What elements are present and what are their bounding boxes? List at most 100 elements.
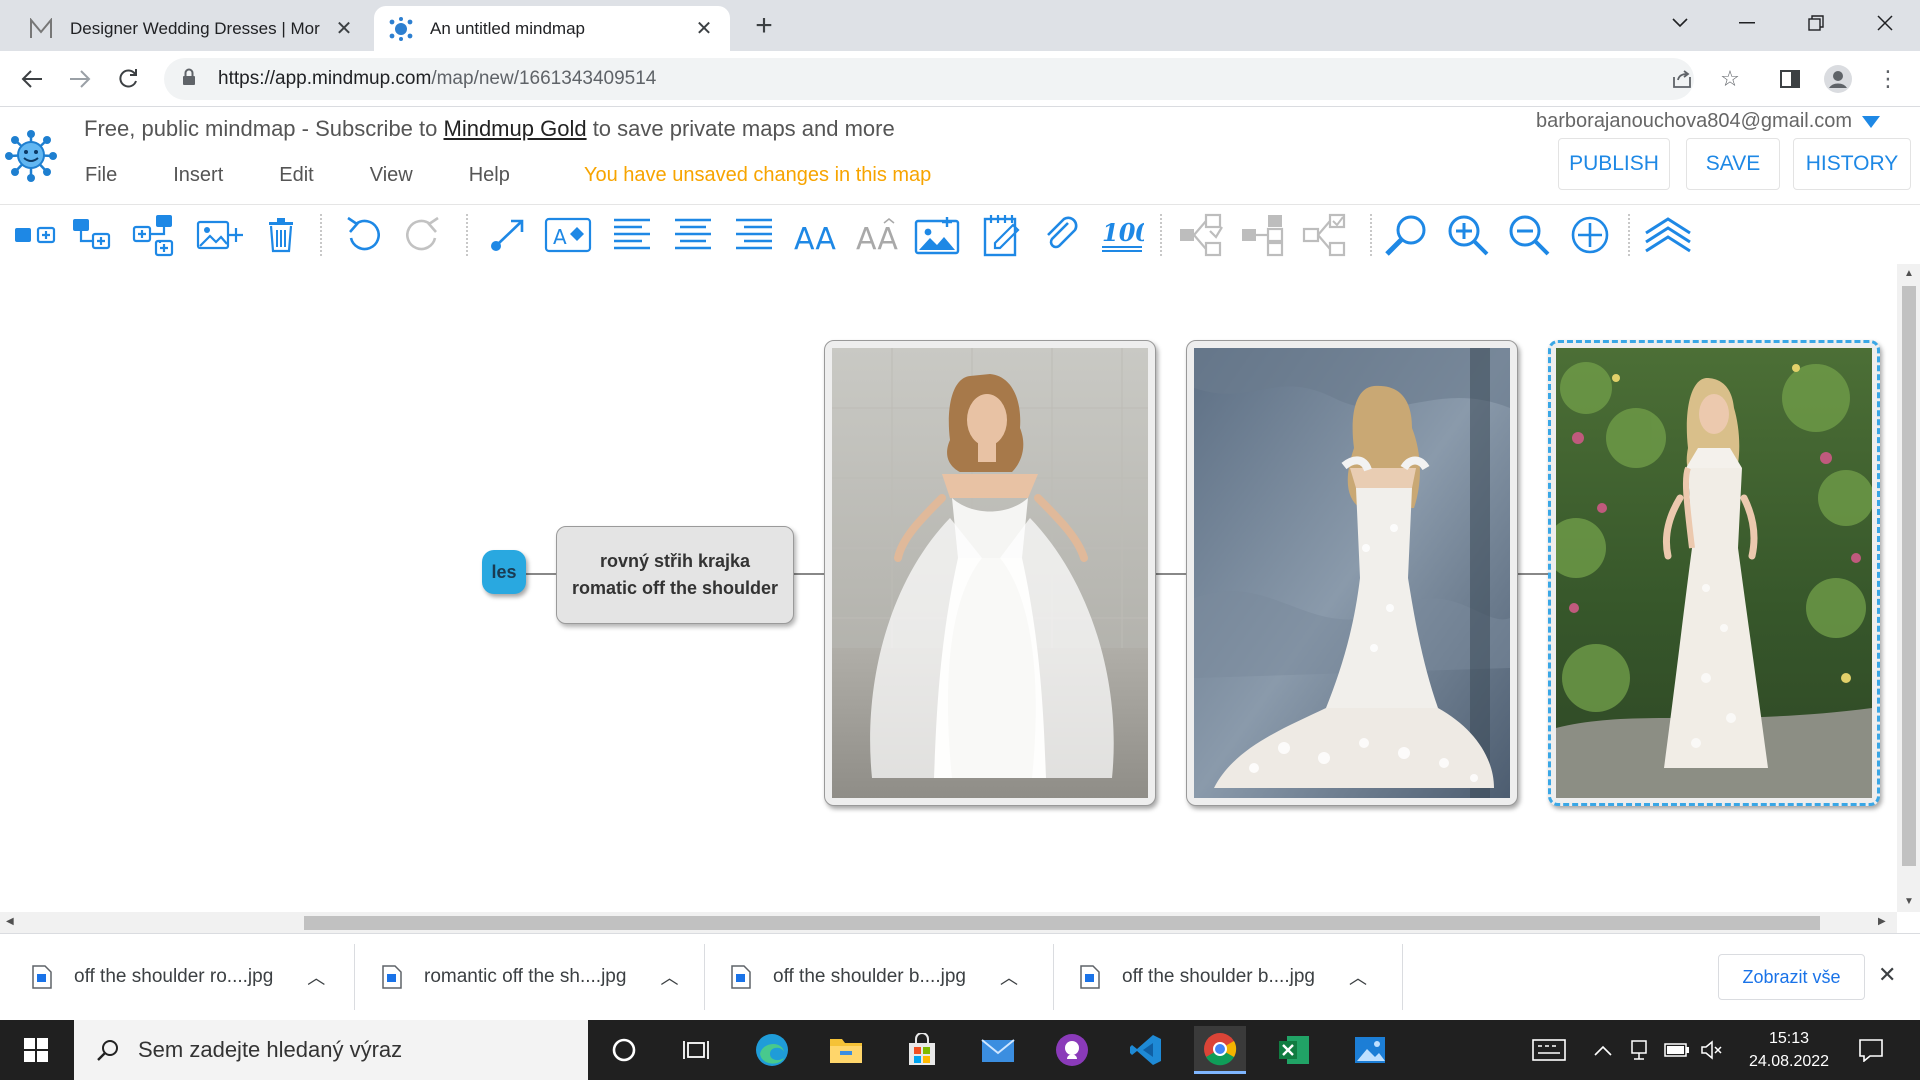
add-image-icon[interactable] (196, 211, 244, 259)
add-sibling-icon[interactable] (12, 211, 60, 259)
horizontal-scrollbar[interactable]: ◀ ▶ (0, 912, 1897, 933)
download-item[interactable]: off the shoulder b....jpg ︿ (731, 948, 1018, 1006)
menu-view[interactable]: View (370, 164, 413, 187)
cortana-icon[interactable] (598, 1026, 650, 1074)
close-tab-icon[interactable]: ✕ (332, 17, 356, 41)
photos-icon[interactable] (1344, 1026, 1396, 1074)
volume-muted-icon[interactable] (1700, 1020, 1724, 1080)
new-tab-button[interactable]: + (748, 9, 780, 42)
vertical-scrollbar[interactable]: ▲ ▼ (1897, 264, 1920, 912)
image-file-icon (1080, 965, 1100, 989)
share-icon[interactable] (1667, 64, 1697, 94)
history-button[interactable]: HISTORY (1793, 138, 1911, 190)
zoom-out-icon[interactable] (1505, 211, 1553, 259)
download-item[interactable]: off the shoulder b....jpg ︿ (1080, 948, 1367, 1006)
delete-icon[interactable] (257, 211, 305, 259)
reload-icon[interactable] (110, 61, 146, 97)
browser-tab-mindmup[interactable]: An untitled mindmap ✕ (374, 6, 730, 51)
collapse-icon[interactable] (1178, 211, 1226, 259)
vertical-scroll-thumb[interactable] (1902, 286, 1916, 866)
download-item[interactable]: off the shoulder ro....jpg ︿ (32, 948, 325, 1006)
text-style-icon[interactable]: A (544, 211, 592, 259)
add-multiple-icon[interactable] (130, 211, 178, 259)
menu-edit[interactable]: Edit (279, 164, 313, 187)
menu-file[interactable]: File (85, 164, 117, 187)
excel-icon[interactable] (1268, 1026, 1320, 1074)
vscode-icon[interactable] (1120, 1026, 1172, 1074)
bookmark-star-icon[interactable]: ☆ (1715, 64, 1745, 94)
connect-icon[interactable] (484, 211, 532, 259)
show-all-downloads-button[interactable]: Zobrazit vše (1718, 954, 1865, 1000)
notifications-icon[interactable] (1858, 1020, 1884, 1080)
chrome-icon[interactable] (1194, 1026, 1246, 1074)
tab-search-chevron-icon[interactable] (1660, 8, 1700, 38)
root-node[interactable]: les (482, 550, 526, 594)
redo-icon[interactable] (400, 211, 448, 259)
profile-avatar-icon[interactable] (1823, 64, 1853, 94)
back-icon[interactable] (14, 61, 50, 97)
close-window-icon[interactable] (1865, 8, 1905, 38)
browser-tab-morilee[interactable]: Designer Wedding Dresses | Mor ✕ (14, 6, 370, 51)
add-child-icon[interactable] (70, 211, 118, 259)
expand-icon[interactable] (1240, 211, 1288, 259)
close-downloads-icon[interactable]: ✕ (1878, 962, 1896, 988)
scroll-left-arrow-icon[interactable]: ◀ (6, 916, 14, 927)
image-icon[interactable] (913, 211, 961, 259)
file-explorer-icon[interactable] (820, 1026, 872, 1074)
task-view-icon[interactable] (670, 1026, 722, 1074)
chevron-up-icon[interactable]: ︿ (1000, 964, 1018, 990)
chrome-menu-icon[interactable]: ⋮ (1873, 64, 1903, 94)
taskbar-search-box[interactable]: Sem zadejte hledaný výraz (74, 1020, 588, 1080)
tray-overflow-chevron-icon[interactable] (1594, 1020, 1612, 1080)
note-icon[interactable] (978, 211, 1026, 259)
center-icon[interactable] (1566, 211, 1614, 259)
font-smaller-icon[interactable]: AA (854, 211, 902, 259)
keyboard-layout-icon[interactable] (1532, 1020, 1566, 1080)
scroll-right-arrow-icon[interactable]: ▶ (1878, 916, 1886, 927)
taskbar-clock[interactable]: 15:13 24.08.2022 (1742, 1027, 1836, 1073)
network-icon[interactable] (1630, 1020, 1650, 1080)
mindmup-gold-link[interactable]: Mindmup Gold (444, 116, 587, 141)
horizontal-scroll-thumb[interactable] (304, 916, 1820, 930)
restore-icon[interactable] (1796, 8, 1836, 38)
zoom-in-icon[interactable] (1444, 211, 1492, 259)
side-panel-icon[interactable] (1775, 64, 1805, 94)
save-button[interactable]: SAVE (1686, 138, 1780, 190)
download-item[interactable]: romantic off the sh....jpg ︿ (382, 948, 678, 1006)
reorganize-icon[interactable] (1302, 211, 1350, 259)
menu-insert[interactable]: Insert (173, 164, 223, 187)
align-center-icon[interactable] (669, 211, 717, 259)
scroll-down-arrow-icon[interactable]: ▼ (1904, 896, 1914, 907)
align-left-icon[interactable] (608, 211, 656, 259)
font-bigger-icon[interactable]: AA (792, 211, 840, 259)
address-bar[interactable]: https://app.mindmup.com/map/new/16613434… (164, 58, 1694, 100)
align-right-icon[interactable] (730, 211, 778, 259)
store-icon[interactable] (896, 1026, 948, 1074)
publish-button[interactable]: PUBLISH (1558, 138, 1670, 190)
battery-icon[interactable] (1664, 1020, 1690, 1080)
windows-start-icon[interactable] (0, 1020, 72, 1080)
chevron-up-icon[interactable]: ︿ (660, 964, 678, 990)
github-desktop-icon[interactable] (1046, 1026, 1098, 1074)
chevron-up-icon[interactable]: ︿ (1349, 964, 1367, 990)
mail-icon[interactable] (972, 1026, 1024, 1074)
close-tab-icon[interactable]: ✕ (692, 17, 716, 41)
top-collapse-icon[interactable] (1644, 211, 1692, 259)
edge-icon[interactable] (746, 1026, 798, 1074)
user-account-menu[interactable]: barborajanouchova804@gmail.com (1536, 110, 1881, 133)
chevron-up-icon[interactable]: ︿ (307, 964, 325, 990)
search-icon[interactable] (1382, 211, 1430, 259)
link-icon[interactable] (1038, 211, 1086, 259)
menu-help[interactable]: Help (469, 164, 510, 187)
undo-icon[interactable] (338, 211, 386, 259)
image-node-dress-2[interactable] (1186, 340, 1518, 806)
mindmap-canvas[interactable]: les rovný střih krajka romatic off the s… (0, 264, 1897, 912)
image-node-dress-3[interactable] (1548, 340, 1880, 806)
minimize-icon[interactable] (1727, 8, 1767, 38)
scroll-up-arrow-icon[interactable]: ▲ (1904, 268, 1914, 279)
mindmup-logo-icon[interactable] (4, 128, 58, 182)
forward-icon[interactable] (62, 61, 98, 97)
image-node-dress-1[interactable] (824, 340, 1156, 806)
progress-icon[interactable]: 100 (1098, 211, 1146, 259)
text-node[interactable]: rovný střih krajka romatic off the shoul… (556, 526, 794, 624)
